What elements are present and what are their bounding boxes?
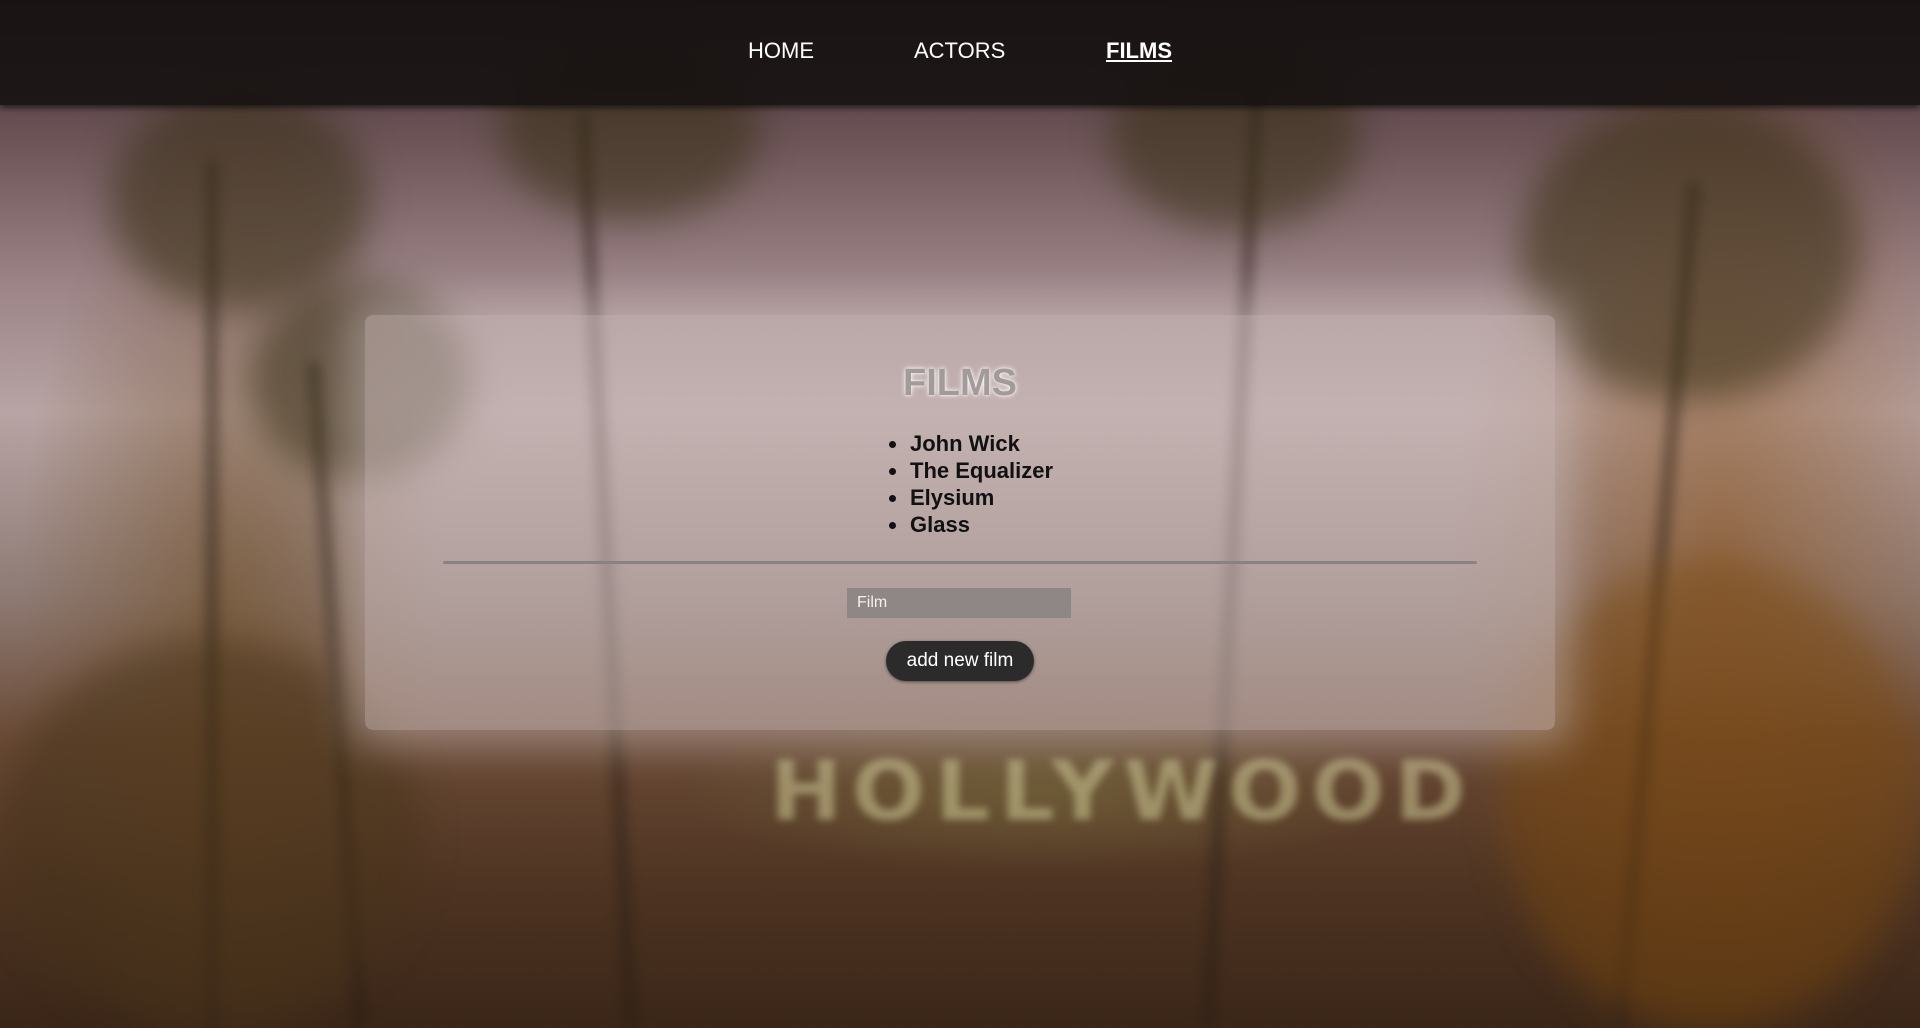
foliage <box>1500 560 1920 1028</box>
films-panel: FILMS John Wick The Equalizer Elysium Gl… <box>365 315 1555 730</box>
palm-trunk <box>205 160 219 1028</box>
top-navigation: HOME ACTORS FILMS <box>0 0 1920 105</box>
foliage <box>0 640 420 1028</box>
page-title: FILMS <box>903 362 1017 404</box>
add-film-button[interactable]: add new film <box>886 641 1034 681</box>
nav-actors-link[interactable]: ACTORS <box>914 38 1005 64</box>
film-input[interactable] <box>847 588 1071 618</box>
film-list: John Wick The Equalizer Elysium Glass <box>888 430 1054 538</box>
divider <box>443 561 1477 564</box>
hollywood-sign: HOLLYWOOD <box>770 744 1477 840</box>
palm-trunk <box>1612 181 1702 1028</box>
film-list-item: John Wick <box>888 430 1053 457</box>
nav-films-link[interactable]: FILMS <box>1106 38 1172 64</box>
film-list-item: Elysium <box>888 484 1053 511</box>
film-list-item: The Equalizer <box>888 458 1054 483</box>
palm-trunk <box>306 360 368 1028</box>
nav-home-link[interactable]: HOME <box>748 38 814 64</box>
film-list-item: Glass <box>888 511 1053 538</box>
palm-crown <box>1520 100 1860 400</box>
palm-crown <box>110 90 370 310</box>
